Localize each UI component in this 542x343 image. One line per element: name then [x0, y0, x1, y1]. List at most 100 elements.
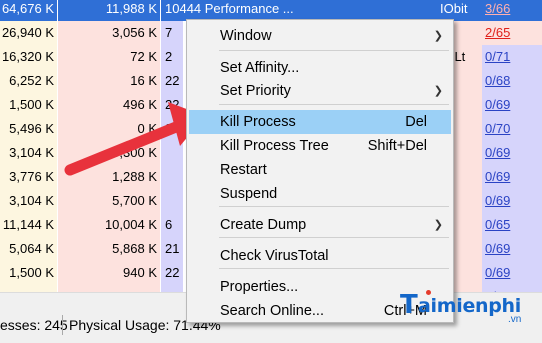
- menu-item-window[interactable]: Window ❯: [189, 24, 451, 48]
- process-cell: 22: [161, 285, 183, 292]
- working-set-cell: 940 K: [58, 261, 160, 285]
- process-cell: 2: [161, 45, 183, 69]
- working-set-cell: 5,868 K: [58, 237, 160, 261]
- menu-item-label: Restart: [220, 162, 267, 178]
- process-cell: [161, 165, 183, 189]
- process-cell: 22: [161, 261, 183, 285]
- menu-separator: [219, 50, 449, 51]
- chevron-right-icon: ❯: [433, 30, 443, 42]
- virustotal-cell: 0/69: [482, 141, 542, 165]
- private-bytes-cell: 26,940 K: [0, 21, 57, 45]
- virustotal-cell: 0/69: [482, 237, 542, 261]
- private-bytes-cell: 1,500 K: [0, 93, 57, 117]
- working-set-cell: 16 K: [58, 69, 160, 93]
- company-cell: IObit: [440, 0, 482, 21]
- virustotal-link[interactable]: 3/66: [485, 1, 510, 16]
- brand-initial: T: [400, 290, 418, 320]
- menu-item-label: Create Dump: [220, 217, 307, 233]
- working-set-cell: 10,004 K: [58, 213, 160, 237]
- private-bytes-cell: 3,104 K: [0, 141, 57, 165]
- chevron-right-icon: ❯: [433, 219, 443, 231]
- menu-item-kill-process-tree[interactable]: Kill Process Tree Shift+Del: [189, 134, 451, 158]
- private-bytes-cell: 6,252 K: [0, 69, 57, 93]
- private-bytes-cell: 5,064 K: [0, 237, 57, 261]
- menu-separator: [219, 206, 449, 207]
- brand-tld: .vn: [508, 314, 522, 325]
- menu-item-label: Kill Process: [220, 114, 296, 130]
- private-bytes-cell: 64,676 K: [0, 0, 57, 21]
- virustotal-cell: 2/65: [482, 21, 542, 45]
- working-set-cell: 1,288 K: [58, 165, 160, 189]
- status-processes: esses: 245: [0, 317, 68, 333]
- virustotal-cell: 0/70: [482, 117, 542, 141]
- virustotal-link[interactable]: 2/65: [485, 25, 510, 40]
- process-cell: 24: [161, 117, 183, 141]
- virustotal-cell: 0/68: [482, 69, 542, 93]
- private-bytes-cell: 1,500 K: [0, 261, 57, 285]
- menu-item-label: Kill Process Tree: [220, 138, 329, 154]
- menu-item-shortcut: Del: [405, 114, 427, 130]
- virustotal-cell: 0/65: [482, 213, 542, 237]
- menu-item-label: Set Affinity...: [220, 60, 300, 76]
- virustotal-link[interactable]: 0/70: [485, 121, 510, 136]
- menu-item-shortcut: Shift+Del: [367, 138, 427, 154]
- menu-separator: [219, 268, 449, 269]
- virustotal-link[interactable]: 0/69: [485, 169, 510, 184]
- process-cell: 6: [161, 213, 183, 237]
- private-bytes-cell: 3,776 K: [0, 165, 57, 189]
- menu-item-label: Properties...: [220, 279, 299, 295]
- process-cell: [161, 189, 183, 213]
- private-bytes-cell: 3,104 K: [0, 189, 57, 213]
- menu-item-set-affinity[interactable]: Set Affinity...: [189, 56, 451, 80]
- menu-item-check-virustotal[interactable]: Check VirusTotal: [189, 244, 451, 268]
- menu-item-label: Search Online...: [220, 303, 324, 319]
- private-bytes-cell: 11,144 K: [0, 213, 57, 237]
- working-set-cell: 11,988 K: [58, 0, 160, 21]
- virustotal-cell: 3/66: [482, 0, 542, 21]
- working-set-cell: 0 K: [58, 117, 160, 141]
- menu-item-restart[interactable]: Restart: [189, 158, 451, 182]
- menu-item-label: Check VirusTotal: [220, 248, 329, 264]
- menu-separator: [219, 104, 449, 105]
- private-bytes-cell: 5,496 K: [0, 117, 57, 141]
- virustotal-link[interactable]: 0/69: [485, 97, 510, 112]
- menu-item-suspend[interactable]: Suspend: [189, 182, 451, 206]
- menu-item-label: Suspend: [220, 186, 278, 202]
- status-separator: [62, 315, 63, 335]
- virustotal-link[interactable]: 0/69: [485, 265, 510, 280]
- virustotal-cell: 0/69: [482, 165, 542, 189]
- virustotal-link[interactable]: 0/71: [485, 49, 510, 64]
- menu-item-kill-process[interactable]: Kill Process Del: [189, 110, 451, 134]
- private-bytes-cell: 16,320 K: [0, 45, 57, 69]
- virustotal-cell: 0/69: [482, 261, 542, 285]
- working-set-cell: 496 K: [58, 93, 160, 117]
- working-set-cell: 1,204 K: [58, 285, 160, 292]
- table-row[interactable]: 64,676 K 11,988 K 10444 Performance ... IOb…: [0, 0, 542, 21]
- working-set-cell: 3,056 K: [58, 21, 160, 45]
- process-cell: [161, 141, 183, 165]
- menu-separator: [219, 237, 449, 238]
- private-bytes-cell: 1,392 K: [0, 285, 57, 292]
- process-cell: 10444 Performance ...: [161, 0, 441, 21]
- menu-item-label: Window: [220, 28, 272, 44]
- virustotal-link[interactable]: 0/69: [485, 193, 510, 208]
- process-cell: 21: [161, 237, 183, 261]
- working-set-cell: 5,700 K: [58, 189, 160, 213]
- working-set-cell: 72 K: [58, 45, 160, 69]
- working-set-cell: 5,300 K: [58, 141, 160, 165]
- context-menu: Window ❯ Set Affinity... Set Priority ❯ Kill …: [186, 19, 454, 323]
- virustotal-link[interactable]: 0/65: [485, 217, 510, 232]
- virustotal-cell: 0/69: [482, 189, 542, 213]
- watermark-logo: T aimienphi .vn: [400, 286, 542, 326]
- virustotal-link[interactable]: 0/68: [485, 73, 510, 88]
- process-cell: 22: [161, 93, 183, 117]
- virustotal-cell: 0/69: [482, 93, 542, 117]
- menu-item-label: Set Priority: [220, 83, 291, 99]
- menu-item-set-priority[interactable]: Set Priority ❯: [189, 79, 451, 103]
- virustotal-link[interactable]: 0/69: [485, 145, 510, 160]
- menu-item-create-dump[interactable]: Create Dump ❯: [189, 213, 451, 237]
- process-cell: 22: [161, 69, 183, 93]
- process-cell: 7: [161, 21, 183, 45]
- chevron-right-icon: ❯: [433, 85, 443, 97]
- virustotal-link[interactable]: 0/69: [485, 241, 510, 256]
